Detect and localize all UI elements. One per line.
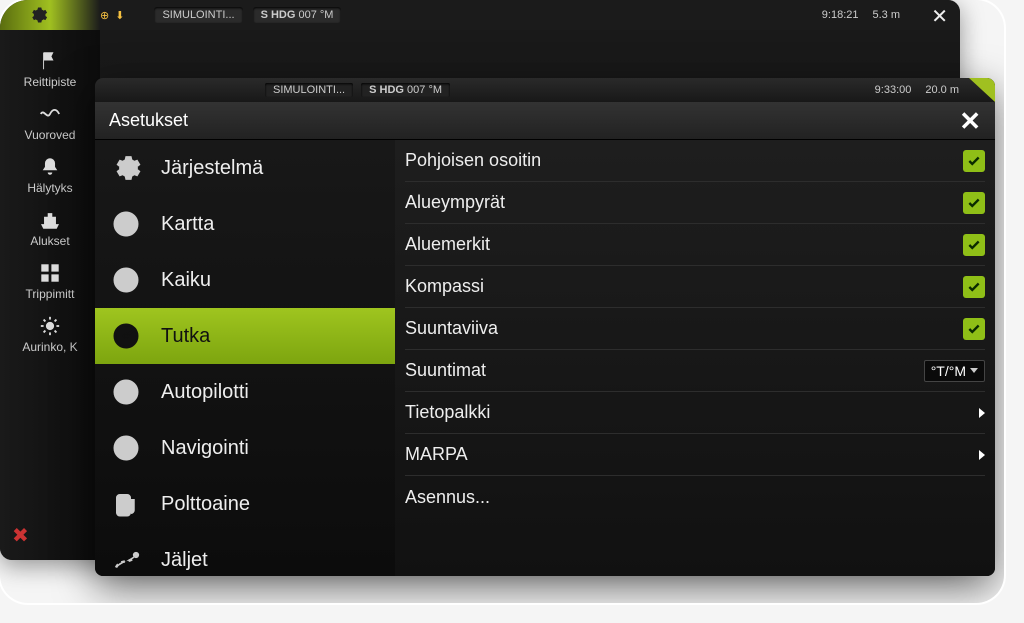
setting-row[interactable]: MARPA [405,434,985,476]
back-close-button[interactable]: ✕ [931,4,948,29]
trail-icon [109,543,143,576]
sidebar-item-label: Trippimitt [26,287,75,301]
wave-icon [37,103,63,125]
setting-label: Alueympyrät [405,192,505,213]
setting-row[interactable]: Kompassi [405,266,985,308]
compass-icon [109,431,143,465]
grid-icon [37,262,63,284]
setting-row[interactable]: Aluemerkit [405,224,985,266]
sim-pill: SIMULOINTI... [154,7,242,23]
globe-icon [109,207,143,241]
close-button[interactable]: ✕ [959,106,981,137]
setting-label: Kompassi [405,276,484,297]
checkbox[interactable] [963,318,985,340]
sidebar-item-waypoints[interactable]: Reittipiste [24,50,77,89]
chevron-right-icon [979,450,985,460]
setting-label: Suuntaviiva [405,318,498,339]
front-depth: 20.0 m [925,84,959,96]
checkbox[interactable] [963,150,985,172]
fuel-icon [109,487,143,521]
nav-item-globe[interactable]: Kartta [95,196,395,252]
front-time: 9:33:00 [875,84,912,96]
globe-status-icon: ⊕ [100,9,109,22]
nav-item-sonar[interactable]: Kaiku [95,252,395,308]
gear-icon [28,5,48,25]
nav-item-compass[interactable]: Navigointi [95,420,395,476]
back-sidebar: Reittipiste Vuoroved Hälytyks Alukset Tr… [0,30,100,560]
setting-label: Aluemerkit [405,234,490,255]
settings-window: SIMULOINTI... S HDG 007 °M 9:33:00 20.0 … [95,78,995,576]
nav-item-label: Tutka [161,325,210,348]
sim-pill: SIMULOINTI... [265,83,353,97]
setting-row[interactable]: Asennus... [405,476,985,518]
back-time: 9:18:21 [822,9,859,21]
checkbox[interactable] [963,276,985,298]
caret-down-icon [970,368,978,373]
download-icon: ⬇ [115,9,124,22]
nav-item-label: Järjestelmä [161,157,263,180]
setting-row[interactable]: Alueympyrät [405,182,985,224]
nav-item-label: Jäljet [161,549,208,572]
settings-title: Asetukset [109,110,188,131]
checkbox[interactable] [963,234,985,256]
sonar-icon [109,263,143,297]
setting-row[interactable]: Tietopalkki [405,392,985,434]
setting-label: Tietopalkki [405,402,490,423]
bell-icon [37,156,63,178]
nav-item-label: Polttoaine [161,493,250,516]
select-box[interactable]: °T/°M [924,360,985,382]
sidebar-item-sun[interactable]: Aurinko, K [22,315,77,354]
wheel-icon [109,375,143,409]
nav-item-radar[interactable]: Tutka [95,308,395,364]
ship-icon [37,209,63,231]
sidebar-item-alarms[interactable]: Hälytyks [27,156,72,195]
front-topbar: SIMULOINTI... S HDG 007 °M 9:33:00 20.0 … [95,78,995,102]
setting-label: MARPA [405,444,468,465]
settings-header: Asetukset ✕ [95,102,995,140]
sidebar-item-label: Alukset [30,234,69,248]
chevron-right-icon [979,408,985,418]
hdg-pill: S HDG 007 °M [253,7,342,23]
setting-row[interactable]: Pohjoisen osoitin [405,140,985,182]
sidebar-item-tripmeter[interactable]: Trippimitt [26,262,75,301]
flag-icon [37,50,63,72]
back-dismiss-button[interactable]: ✖ [12,523,29,548]
nav-item-fuel[interactable]: Polttoaine [95,476,395,532]
settings-panel: Pohjoisen osoitin Alueympyrät Aluemerkit Ko… [395,140,995,576]
settings-nav: Järjestelmä Kartta Kaiku Tutka Autopilotti Na… [95,140,395,576]
sidebar-item-label: Vuoroved [25,128,76,142]
setting-row[interactable]: Suuntaviiva [405,308,985,350]
sidebar-item-tides[interactable]: Vuoroved [25,103,76,142]
back-topbar: ⊕ ⬇ SIMULOINTI... S HDG 007 °M 9:18:21 5… [0,0,960,30]
sun-icon [37,315,63,337]
gear-tab[interactable] [8,2,68,28]
nav-item-label: Navigointi [161,437,249,460]
sidebar-item-label: Reittipiste [24,75,77,89]
nav-item-trail[interactable]: Jäljet [95,532,395,576]
sidebar-item-label: Aurinko, K [22,340,77,354]
sidebar-item-vessels[interactable]: Alukset [30,209,69,248]
radar-icon [109,319,143,353]
gear-icon [109,151,143,185]
setting-label: Suuntimat [405,360,486,381]
setting-label: Asennus... [405,487,490,508]
corner-accent [969,78,995,102]
nav-item-gear[interactable]: Järjestelmä [95,140,395,196]
hdg-pill: S HDG 007 °M [361,83,450,97]
checkbox[interactable] [963,192,985,214]
sidebar-item-label: Hälytyks [27,181,72,195]
nav-item-wheel[interactable]: Autopilotti [95,364,395,420]
setting-label: Pohjoisen osoitin [405,150,541,171]
setting-row[interactable]: Suuntimat °T/°M [405,350,985,392]
nav-item-label: Autopilotti [161,381,249,404]
nav-item-label: Kaiku [161,269,211,292]
nav-item-label: Kartta [161,213,214,236]
back-depth: 5.3 m [872,9,900,21]
